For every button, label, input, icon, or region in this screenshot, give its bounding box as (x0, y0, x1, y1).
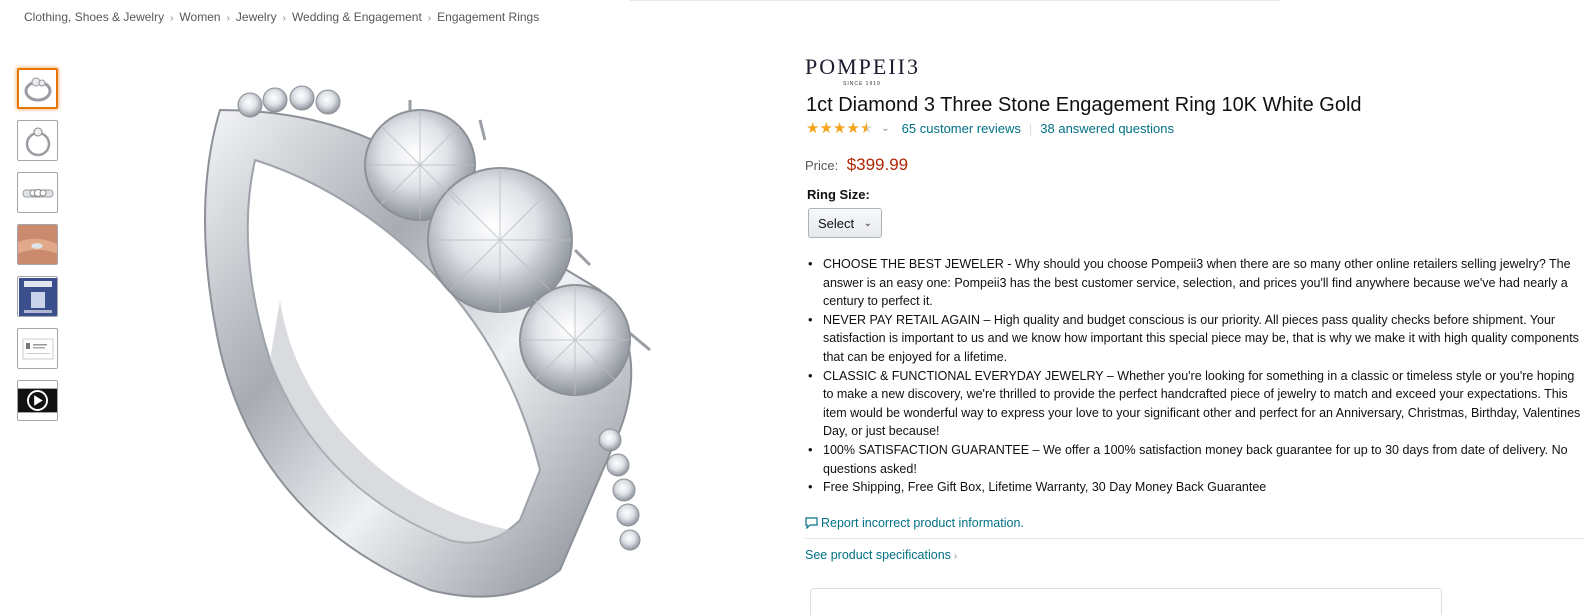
ring-size-selected: Select (818, 215, 855, 231)
feature-bullet: CHOOSE THE BEST JEWELER - Why should you… (805, 255, 1585, 311)
main-product-image[interactable] (180, 50, 700, 615)
thumbnail-ring-top[interactable] (17, 172, 58, 213)
breadcrumb-item[interactable]: Jewelry (236, 10, 277, 24)
report-incorrect-info-link[interactable]: Report incorrect product information. (805, 516, 1024, 530)
chevron-right-icon: › (953, 551, 958, 562)
report-link-text: Report incorrect product information. (821, 516, 1024, 530)
speech-bubble-icon (805, 517, 818, 529)
customer-reviews-link[interactable]: 65 customer reviews (902, 121, 1021, 136)
warranty-card-icon (18, 277, 57, 316)
separator: | (1028, 121, 1033, 136)
ring-size-label: Ring Size: (807, 187, 870, 202)
bottom-panel (810, 588, 1442, 615)
feature-bullet: 100% SATISFACTION GUARANTEE – We offer a… (805, 441, 1585, 478)
ring-icon (22, 188, 53, 197)
thumbnail-ring-side[interactable] (17, 120, 58, 161)
star-full-icon: ★ (819, 120, 833, 137)
thumbnail-ring-on-hand[interactable] (17, 224, 58, 265)
answered-questions-link[interactable]: 38 answered questions (1040, 121, 1174, 136)
rating-row: ★ ★ ★ ★ ★ ⌄ 65 customer reviews | 38 ans… (806, 121, 1174, 136)
star-rating[interactable]: ★ ★ ★ ★ ★ (806, 121, 873, 136)
breadcrumb-item[interactable]: Women (179, 10, 220, 24)
thumbnail-strip (17, 68, 61, 432)
document-icon (22, 338, 53, 359)
price-label: Price: (805, 158, 839, 173)
breadcrumb-item[interactable]: Clothing, Shoes & Jewelry (24, 10, 164, 24)
brand-since: SINCE 1919 (843, 81, 881, 87)
brand-name: POMPEII3 (805, 54, 921, 79)
hand-icon (18, 225, 57, 264)
feature-bullet: Free Shipping, Free Gift Box, Lifetime W… (805, 478, 1585, 497)
breadcrumb: Clothing, Shoes & Jewelry › Women › Jewelry ›… (24, 10, 539, 24)
feature-bullet: NEVER PAY RETAIL AGAIN – High quality an… (805, 311, 1585, 367)
product-title: 1ct Diamond 3 Three Stone Engagement Rin… (806, 94, 1362, 116)
breadcrumb-item[interactable]: Engagement Rings (437, 10, 539, 24)
play-video-icon (18, 381, 57, 420)
thumbnail-warranty-document[interactable] (17, 328, 58, 369)
star-full-icon: ★ (832, 120, 847, 137)
ring-size-select[interactable]: Select ⌄ (808, 208, 882, 238)
see-product-specifications-link[interactable]: See product specifications › (805, 548, 957, 562)
ring-icon (24, 77, 51, 101)
breadcrumb-item[interactable]: Wedding & Engagement (292, 10, 422, 24)
engagement-ring-image (204, 85, 651, 598)
breadcrumb-separator: › (282, 13, 286, 24)
breadcrumb-separator: › (226, 13, 230, 24)
feature-bullets: CHOOSE THE BEST JEWELER - Why should you… (805, 255, 1585, 497)
price-row: Price: $399.99 (805, 155, 908, 175)
thumbnail-ring-angle[interactable] (17, 68, 58, 109)
chevron-down-icon: ⌄ (863, 217, 872, 229)
thumbnail-lifetime-warranty[interactable] (17, 276, 58, 317)
star-half-icon: ★ (859, 120, 874, 137)
feature-bullet: CLASSIC & FUNCTIONAL EVERYDAY JEWELRY – … (805, 367, 1585, 441)
breadcrumb-separator: › (427, 13, 432, 24)
star-full-icon: ★ (806, 120, 820, 137)
top-divider (630, 0, 1280, 1)
star-full-icon: ★ (846, 120, 860, 137)
section-divider (805, 538, 1585, 539)
chevron-down-icon[interactable]: ⌄ (881, 123, 889, 134)
thumbnail-video[interactable] (17, 380, 58, 421)
price-value: $399.99 (846, 155, 909, 174)
ring-icon (25, 127, 50, 156)
brand-logo[interactable]: POMPEII3 SINCE 1919 (805, 54, 935, 90)
breadcrumb-separator: › (170, 13, 174, 24)
specs-link-text: See product specifications (805, 548, 951, 562)
